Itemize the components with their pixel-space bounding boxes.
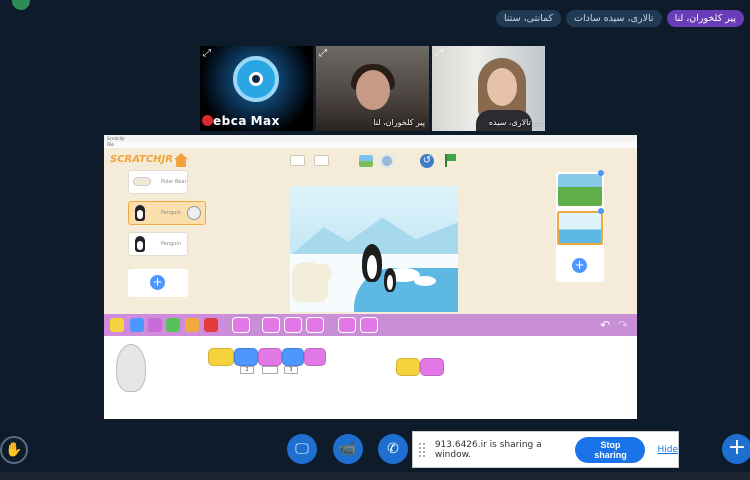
green-flag-icon[interactable] xyxy=(444,154,456,167)
shared-window: ScratchJr File SCRATCHJR Polar Bear Peng… xyxy=(104,135,637,419)
hide-link[interactable]: Hide xyxy=(657,445,678,455)
paintbrush-icon[interactable] xyxy=(187,206,201,220)
current-sprite-penguin xyxy=(116,344,146,392)
category-triggering[interactable] xyxy=(110,318,124,332)
participant-face xyxy=(487,68,517,106)
polar-bear-thumb xyxy=(133,177,151,186)
block-say[interactable] xyxy=(258,348,282,366)
block-looks[interactable] xyxy=(232,317,250,333)
video-tile-lena[interactable]: ⤢ پیر کلخوران، لنا xyxy=(316,46,429,131)
block-looks[interactable] xyxy=(284,317,302,333)
taskbar xyxy=(0,472,750,480)
add-button[interactable]: + xyxy=(722,434,750,464)
stop-sharing-button[interactable]: Stop sharing xyxy=(575,436,646,463)
webcammax-brand: ebca Max xyxy=(202,114,280,128)
sharing-notification-bar: 913.6426.ir is sharing a window. Stop sh… xyxy=(412,431,679,468)
category-end[interactable] xyxy=(204,318,218,332)
share-screen-button[interactable]: 🖵 xyxy=(287,434,317,464)
block-looks[interactable] xyxy=(262,317,280,333)
expand-icon[interactable]: ⤢ xyxy=(435,48,443,59)
redo-icon[interactable]: ↷ xyxy=(618,318,628,332)
sprite-item-penguin-selected[interactable]: Penguin xyxy=(128,201,206,225)
participant-tag-active[interactable]: پیر کلخوران، لنا xyxy=(666,10,744,27)
block-move-right[interactable] xyxy=(282,348,304,366)
block-grow[interactable] xyxy=(304,348,326,366)
block-move-right[interactable] xyxy=(234,348,258,366)
presentation-mode-icon[interactable] xyxy=(290,155,305,166)
camera-button[interactable]: 📹 xyxy=(333,434,363,464)
block-green-flag[interactable] xyxy=(396,358,420,376)
penguin-thumb xyxy=(135,205,145,221)
stage-canvas[interactable] xyxy=(290,186,458,312)
script-area[interactable]: 2 3 xyxy=(104,336,637,419)
home-icon[interactable] xyxy=(174,153,188,167)
sprite-label: Penguin xyxy=(161,241,181,247)
video-name-label: تالاری، سیده ... xyxy=(488,118,541,127)
penguin-thumb xyxy=(135,236,145,252)
full-screen-icon[interactable] xyxy=(314,155,329,166)
scratchjr-logo: SCRATCHJR xyxy=(110,154,173,165)
webcammax-logo-icon xyxy=(233,56,279,102)
participant-list: کمانتی، ستنا تالاری، سیده سادات پیر کلخو… xyxy=(496,10,744,27)
sharing-status-text: 913.6426.ir is sharing a window. xyxy=(434,439,542,460)
sprite-label: Polar Bear xyxy=(161,179,187,185)
scratchjr-editor: SCRATCHJR Polar Bear Penguin Penguin + ↺ xyxy=(104,148,637,314)
reset-icon[interactable]: ↺ xyxy=(420,154,434,168)
add-sprite-box: + xyxy=(128,269,188,297)
block-shelf: ↶ ↷ xyxy=(226,314,637,336)
category-control[interactable] xyxy=(185,318,199,332)
category-looks[interactable] xyxy=(148,318,162,332)
undo-icon[interactable]: ↶ xyxy=(600,318,610,332)
category-sound[interactable] xyxy=(166,318,180,332)
penguin-sprite[interactable] xyxy=(362,244,382,282)
block-value[interactable] xyxy=(262,366,278,374)
participant-tag[interactable]: کمانتی، ستنا xyxy=(496,10,562,27)
phone-button[interactable]: ✆ xyxy=(378,434,408,464)
sprite-item-penguin[interactable]: Penguin xyxy=(128,232,188,256)
expand-icon[interactable]: ⤢ xyxy=(203,48,211,59)
window-title: ScratchJr xyxy=(104,135,637,142)
add-scene-button[interactable]: + xyxy=(572,258,587,273)
block-green-flag[interactable] xyxy=(208,348,234,366)
add-sprite-button[interactable]: + xyxy=(150,275,165,290)
block-value[interactable]: 3 xyxy=(284,366,298,374)
video-strip: ebca Max ⤢ ⤢ پیر کلخوران، لنا ⤢ تالاری، … xyxy=(200,46,545,131)
video-tile-talari[interactable]: ⤢ تالاری، سیده ... xyxy=(432,46,545,131)
video-tile-webcammax[interactable]: ebca Max ⤢ xyxy=(200,46,313,131)
sprite-label: Penguin xyxy=(161,210,181,216)
participant-tag[interactable]: تالاری، سیده سادات xyxy=(566,10,662,27)
penguin-sprite[interactable] xyxy=(384,268,396,292)
scene-thumb[interactable] xyxy=(558,174,602,206)
block-value[interactable]: 2 xyxy=(240,366,254,374)
block-looks[interactable] xyxy=(420,358,444,376)
background-icon[interactable] xyxy=(359,155,373,167)
category-motion[interactable] xyxy=(130,318,144,332)
participant-face xyxy=(356,70,390,110)
sprite-item-polar-bear[interactable]: Polar Bear xyxy=(128,170,188,194)
grid-icon[interactable] xyxy=(380,154,394,168)
block-looks[interactable] xyxy=(306,317,324,333)
raise-hand-button[interactable]: ✋ xyxy=(0,436,28,464)
block-palette: ↶ ↷ xyxy=(104,314,637,336)
scene-thumb-selected[interactable] xyxy=(557,211,603,245)
block-looks[interactable] xyxy=(360,317,378,333)
drag-handle-icon[interactable] xyxy=(419,442,425,457)
app-status-dot xyxy=(12,0,30,10)
expand-icon[interactable]: ⤢ xyxy=(319,48,327,59)
block-looks[interactable] xyxy=(338,317,356,333)
video-name-label: پیر کلخوران، لنا xyxy=(373,118,425,127)
